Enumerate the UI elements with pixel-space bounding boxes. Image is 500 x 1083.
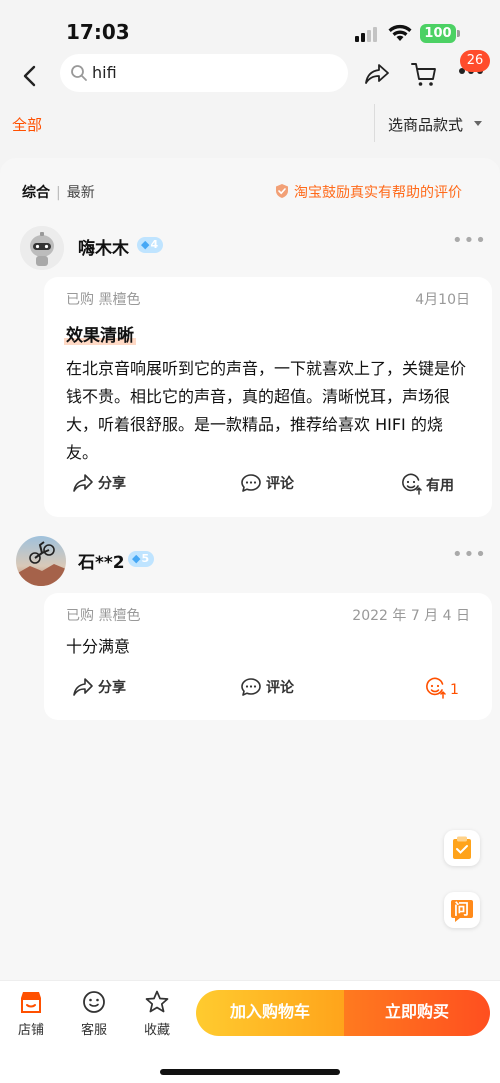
level-number: 4: [150, 238, 159, 251]
feedback-float-button[interactable]: [444, 830, 480, 866]
back-icon[interactable]: [14, 60, 46, 92]
useful-label: 有用: [426, 478, 454, 494]
home-indicator: [160, 1069, 340, 1075]
comment-icon: [241, 474, 261, 492]
store-label: 店铺: [17, 1023, 44, 1038]
review-title-text: 效果清晰: [66, 326, 134, 346]
wifi-icon: [388, 24, 412, 41]
useful-button[interactable]: 有用: [400, 473, 454, 495]
review-more-icon[interactable]: •••: [452, 230, 487, 251]
caret-down-icon[interactable]: [474, 121, 482, 126]
clipboard-check-icon: [453, 836, 471, 859]
service-label: 客服: [80, 1023, 107, 1038]
useful-button[interactable]: 1: [424, 677, 459, 699]
diamond-icon: ◆: [132, 552, 141, 565]
buy-now-button[interactable]: 立即购买: [344, 990, 490, 1036]
share-button[interactable]: 分享: [72, 473, 126, 493]
comment-icon: [241, 678, 261, 696]
search-input[interactable]: hifi: [60, 54, 348, 92]
level-badge: ◆5: [128, 551, 155, 567]
smile-up-icon: [426, 677, 446, 699]
search-query: hifi: [92, 63, 117, 82]
comment-button[interactable]: 评论: [240, 473, 294, 493]
comment-label: 评论: [266, 680, 294, 696]
nav-bar: hifi 26: [0, 50, 500, 100]
purchase-variant: 已购 黑檀色: [66, 292, 141, 308]
smile-up-icon: [402, 473, 422, 495]
useful-count: 1: [450, 682, 459, 698]
share-label: 分享: [98, 680, 126, 696]
favorite-button[interactable]: 收藏: [132, 989, 182, 1038]
favorite-label: 收藏: [143, 1023, 170, 1038]
filter-all[interactable]: 全部: [12, 114, 42, 135]
share-icon: [73, 678, 93, 696]
ask-float-button[interactable]: 问: [444, 892, 480, 928]
verified-shield-icon: [276, 184, 288, 198]
variant-select[interactable]: 选商品款式: [388, 114, 463, 135]
review-more-icon[interactable]: •••: [452, 544, 487, 565]
filter-bar: 全部 选商品款式: [0, 100, 500, 146]
encourage-notice: 淘宝鼓励真实有帮助的评价: [274, 182, 462, 202]
review-text: 十分满意: [66, 637, 131, 656]
username[interactable]: 石**2: [78, 548, 125, 573]
level-badge: ◆4: [137, 237, 164, 253]
share-icon: [73, 474, 93, 492]
search-icon: [71, 65, 87, 81]
battery-indicator: 100: [420, 24, 456, 43]
filter-divider: [374, 104, 375, 142]
review-actions: 分享 评论 1: [44, 677, 492, 703]
review-date: 2022 年 7 月 4 日: [352, 608, 470, 624]
status-bar: 17:03 100: [0, 0, 500, 54]
share-label: 分享: [98, 476, 126, 492]
avatar[interactable]: [20, 226, 64, 270]
bottom-bar: 店铺 客服 收藏 加入购物车 立即购买: [0, 980, 500, 1083]
store-icon: [21, 992, 41, 1013]
username[interactable]: 嗨木木: [78, 234, 129, 259]
review-text: 在北京音响展听到它的声音，一下就喜欢上了，关键是价钱不贵。相比它的声音，真的超值…: [66, 359, 467, 462]
sort-tabs: 综合 | 最新: [22, 182, 95, 202]
store-button[interactable]: 店铺: [6, 989, 56, 1038]
review-card: 已购 黑檀色 4月10日 效果清晰 在北京音响展听到它的声音，一下就喜欢上了，关…: [44, 277, 492, 517]
cart-icon[interactable]: [410, 60, 438, 88]
reviews-panel: 综合 | 最新 淘宝鼓励真实有帮助的评价 嗨木木 ◆4 ••• 已购 黑檀色 4月1…: [0, 158, 500, 980]
add-to-cart-button[interactable]: 加入购物车: [196, 990, 344, 1036]
comment-button[interactable]: 评论: [240, 677, 294, 697]
review-title: 效果清晰: [64, 321, 136, 346]
cellular-signal-icon: [355, 26, 381, 42]
battery-cap: [457, 30, 460, 37]
biker-avatar-icon: [16, 536, 66, 586]
status-time: 17:03: [66, 20, 130, 44]
purchase-variant: 已购 黑檀色: [66, 608, 141, 624]
review-actions: 分享 评论 有用: [44, 473, 492, 499]
robot-avatar-icon: [20, 226, 64, 270]
level-number: 5: [141, 552, 150, 565]
notification-badge: 26: [460, 50, 490, 72]
star-icon: [145, 990, 169, 1013]
ask-label: 问: [454, 900, 470, 918]
avatar[interactable]: [16, 536, 66, 586]
tab-comprehensive[interactable]: 综合: [22, 185, 50, 201]
tab-latest[interactable]: 最新: [67, 185, 95, 201]
review-card: 已购 黑檀色 2022 年 7 月 4 日 十分满意 分享 评论 1: [44, 593, 492, 720]
service-button[interactable]: 客服: [69, 989, 119, 1038]
diamond-icon: ◆: [141, 238, 150, 251]
share-icon[interactable]: [364, 62, 390, 86]
comment-label: 评论: [266, 476, 294, 492]
review-date: 4月10日: [415, 292, 470, 308]
tab-separator: |: [56, 185, 61, 201]
share-button[interactable]: 分享: [72, 677, 126, 697]
encourage-text: 淘宝鼓励真实有帮助的评价: [294, 185, 462, 201]
service-face-icon: [83, 991, 105, 1013]
